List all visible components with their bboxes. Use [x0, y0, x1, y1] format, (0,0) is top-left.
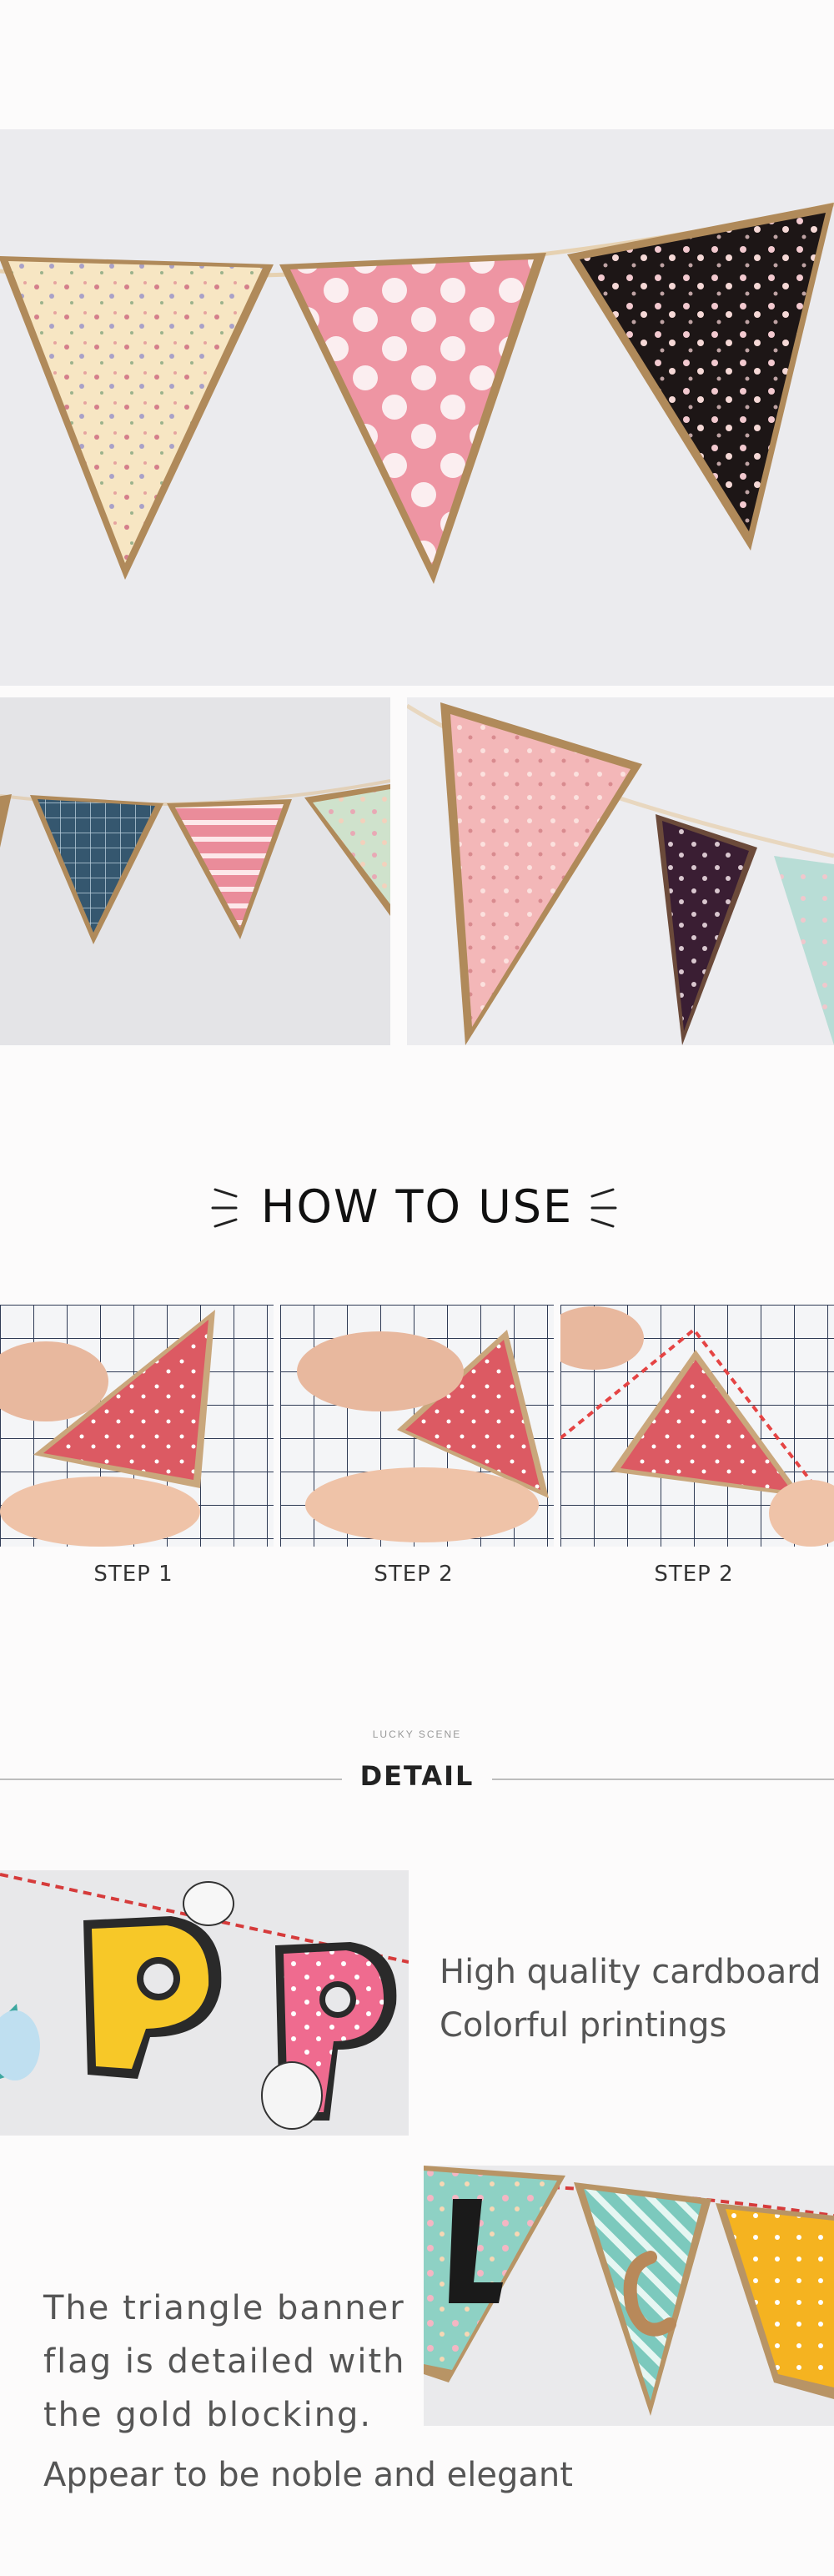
detail-desc1-line-1: High quality cardboard [440, 1953, 821, 1991]
detail-desc2-line-1: The triangle banner [43, 2289, 405, 2327]
detail-desc2-line-2: flag is detailed with [43, 2342, 406, 2381]
step-1-photo [0, 1305, 274, 1547]
step-1-label: STEP 1 [93, 1562, 173, 1587]
detail-photo-gold [424, 2166, 834, 2426]
step-2-photo [280, 1305, 554, 1547]
detail-description-2: The triangle banner flag is detailed wit… [43, 2282, 405, 2442]
bunting-photo-right [407, 697, 834, 1045]
how-to-use-title: HOW TO USE [260, 1180, 574, 1233]
detail-divider-right [492, 1779, 834, 1780]
step-3-label: STEP 2 [654, 1562, 734, 1587]
detail-small-caption: LUCKY SCENE [372, 1728, 462, 1740]
detail-desc2-line-3: the gold blocking. [43, 2396, 373, 2434]
hero-bunting-photo [0, 129, 834, 686]
detail-title: DETAIL [359, 1760, 475, 1792]
detail-photo-letters [0, 1870, 409, 2136]
step-3-photo [560, 1305, 834, 1547]
detail-divider-left [0, 1779, 342, 1780]
detail-description-3: Appear to be noble and elegant [43, 2456, 573, 2494]
detail-description-1: High quality cardboard Colorful printing… [440, 1945, 821, 2052]
bunting-photo-left [0, 697, 390, 1045]
step-2-label: STEP 2 [374, 1562, 454, 1587]
detail-desc1-line-2: Colorful printings [440, 2006, 727, 2045]
sparkle-right-icon [584, 1185, 617, 1235]
